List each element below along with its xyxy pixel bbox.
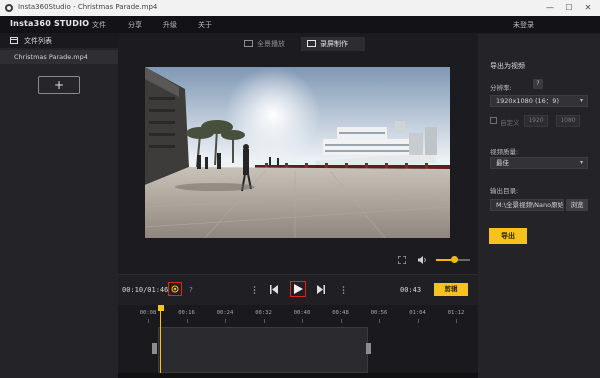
tab-panorama-play[interactable]: 全景播放 <box>242 37 296 51</box>
export-title: 导出为视频 <box>490 62 525 70</box>
folder-icon <box>10 37 18 44</box>
target-icon <box>171 285 179 293</box>
timeline-tick <box>340 319 342 323</box>
timeline-track[interactable] <box>158 327 368 373</box>
menu-bar: Insta360 STUDIO 文件 分享 升级 关于 未登录 <box>0 16 600 33</box>
timeline-tick-label: 00:56 <box>370 310 388 316</box>
tab-label: 全景播放 <box>257 40 285 48</box>
trim-start-handle[interactable] <box>152 343 157 354</box>
output-path-field[interactable]: M:\全景视频\Nano原始门 <box>490 199 564 211</box>
play-button-highlight[interactable] <box>290 281 306 297</box>
more-options-icon[interactable] <box>342 286 345 294</box>
volume-knob[interactable] <box>451 256 459 263</box>
record-screen-icon <box>307 40 316 47</box>
keyframe-button-highlight[interactable] <box>168 282 182 296</box>
title-bar: Insta360Studio - Christmas Parade.mp4 — … <box>0 0 600 16</box>
timeline-scrollbar[interactable] <box>118 373 478 378</box>
timeline-tick <box>417 319 419 323</box>
app-icon <box>5 4 13 12</box>
timeline[interactable]: 00:08 00:16 00:24 00:32 00:40 00:48 00:56 01:04… <box>118 305 478 378</box>
app-window: Insta360Studio - Christmas Parade.mp4 — … <box>0 0 600 378</box>
custom-size-checkbox[interactable] <box>490 117 497 124</box>
window-title: Insta360Studio - Christmas Parade.mp4 <box>18 3 158 11</box>
timeline-tick-label: 00:40 <box>293 310 311 316</box>
timeline-tick <box>456 319 457 323</box>
playback-controls: 00:10/01:46 ? 00:43 剪辑 <box>118 274 478 305</box>
resolution-label: 分辨率: <box>490 84 512 92</box>
width-input[interactable]: 1920 <box>524 115 548 127</box>
playhead-line <box>160 311 161 373</box>
app-brand: Insta360 STUDIO <box>10 19 90 28</box>
timeline-tick <box>379 319 380 323</box>
volume-icon[interactable] <box>418 256 427 264</box>
export-panel: 导出为视频 分辨率: ? 1920x1080 (16：9) ▾ 自定义 1920… <box>478 33 600 378</box>
quality-value: 最佳 <box>496 159 509 167</box>
timeline-tick <box>148 319 149 323</box>
height-input[interactable]: 1080 <box>556 115 580 127</box>
menu-about[interactable]: 关于 <box>198 20 212 30</box>
timeline-tick-label: 01:12 <box>447 310 465 316</box>
browse-button[interactable]: 浏览 <box>566 199 588 211</box>
resolution-select[interactable]: 1920x1080 (16：9) ▾ <box>490 95 588 107</box>
output-label: 输出目录: <box>490 187 519 195</box>
file-list-item[interactable]: Christmas Parade.mp4 <box>0 50 118 64</box>
more-options-icon[interactable] <box>253 286 256 294</box>
timeline-ruler: 00:08 00:16 00:24 00:32 00:40 00:48 00:56 01:04… <box>118 305 478 323</box>
maximize-button[interactable]: ☐ <box>563 2 575 14</box>
expand-icon[interactable] <box>398 256 406 264</box>
timeline-tick <box>302 319 303 323</box>
next-frame-icon[interactable] <box>317 285 325 294</box>
tab-screen-record[interactable]: 录屏制作 <box>301 37 365 51</box>
timeline-tick-label: 00:32 <box>255 310 272 316</box>
file-list-header: 文件列表 <box>0 33 118 48</box>
file-list-title: 文件列表 <box>24 37 52 45</box>
previous-frame-icon[interactable] <box>270 285 278 294</box>
custom-size-label: 自定义 <box>500 119 520 127</box>
timeline-tick-label: 00:16 <box>178 310 195 316</box>
add-file-button[interactable]: + <box>38 76 80 94</box>
login-status[interactable]: 未登录 <box>513 20 534 30</box>
tab-label: 录屏制作 <box>320 40 348 48</box>
video-preview[interactable] <box>145 67 450 238</box>
timeline-tick-label: 00:24 <box>216 310 234 316</box>
chevron-down-icon: ▾ <box>579 97 583 104</box>
timeline-tick-label: 00:08 <box>139 310 157 316</box>
quality-select[interactable]: 最佳 ▾ <box>490 157 588 169</box>
close-button[interactable]: ✕ <box>582 2 594 14</box>
playhead-marker[interactable] <box>158 305 164 311</box>
timeline-tick <box>186 319 188 323</box>
play-icon <box>294 284 303 294</box>
export-button[interactable]: 导出 <box>489 228 527 244</box>
current-time: 00:10/01:46 <box>122 286 169 294</box>
timeline-tick <box>225 319 226 323</box>
main-area: 全景播放 录屏制作 00:10/01:46 ? 00:43 剪辑 00:08 0… <box>118 33 478 378</box>
volume-slider[interactable] <box>436 256 470 263</box>
chevron-down-icon: ▾ <box>579 159 583 166</box>
timeline-tick-label: 01:04 <box>409 310 426 316</box>
file-sidebar: 文件列表 Christmas Parade.mp4 + <box>0 33 118 378</box>
mode-tabs: 全景播放 录屏制作 <box>118 33 478 55</box>
output-path: M:\全景视频\Nano原始门 <box>496 201 564 209</box>
file-name: Christmas Parade.mp4 <box>14 53 88 61</box>
edit-button[interactable]: 剪辑 <box>434 283 468 296</box>
resolution-value: 1920x1080 (16：9) <box>496 97 559 105</box>
menu-upgrade[interactable]: 升级 <box>163 20 177 30</box>
panorama-icon <box>244 40 253 47</box>
menu-share[interactable]: 分享 <box>128 20 142 30</box>
minimize-button[interactable]: — <box>544 2 556 14</box>
timeline-tick-label: 00:48 <box>332 310 349 316</box>
help-icon[interactable]: ? <box>187 285 195 295</box>
info-badge[interactable]: ? <box>533 79 543 89</box>
quality-label: 视频质量: <box>490 148 519 156</box>
timeline-tick <box>263 319 265 323</box>
end-time: 00:43 <box>400 286 422 294</box>
trim-end-handle[interactable] <box>366 343 371 354</box>
menu-file[interactable]: 文件 <box>92 20 106 30</box>
